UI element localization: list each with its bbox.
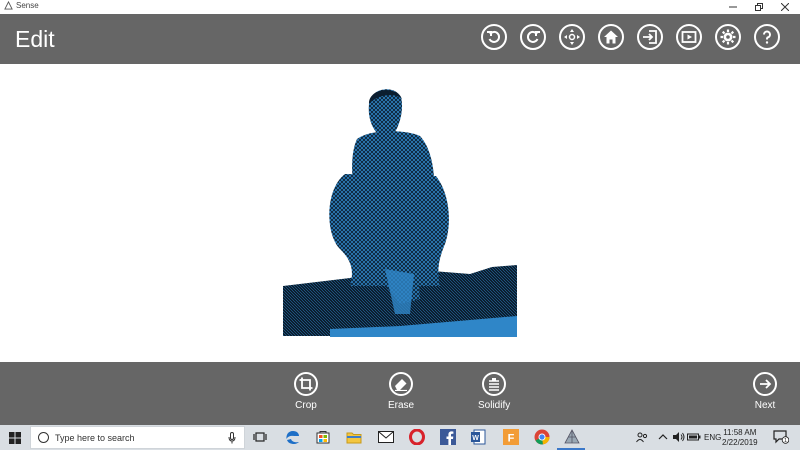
close-window-button[interactable] — [772, 0, 798, 14]
folder-icon — [346, 432, 362, 444]
redo-icon — [526, 30, 540, 43]
next-label: Next — [754, 400, 776, 411]
facebook-icon — [440, 429, 456, 445]
svg-text:F: F — [508, 433, 515, 445]
undo-icon — [487, 30, 501, 43]
settings-icon — [720, 29, 736, 45]
mail-app-button[interactable] — [377, 428, 395, 446]
clock[interactable]: 11:58 AM 2/22/2019 — [722, 428, 758, 448]
move-button[interactable] — [559, 24, 585, 50]
chrome-app-button[interactable] — [533, 428, 551, 446]
opera-app-button[interactable] — [408, 428, 426, 446]
home-icon — [604, 30, 618, 44]
page-title: Edit — [15, 26, 55, 52]
eraser-icon — [395, 379, 408, 391]
taskbar-search-input[interactable]: Type here to search — [30, 426, 245, 449]
restore-icon — [755, 3, 763, 11]
svg-text:W: W — [472, 435, 479, 442]
toolbar — [481, 24, 780, 50]
home-button[interactable] — [598, 24, 624, 50]
word-app-button[interactable]: W — [469, 428, 487, 446]
clock-date: 2/22/2019 — [722, 438, 758, 447]
sense-app-icon — [564, 429, 580, 444]
edit-toolbar: Crop Erase Solidify Next — [0, 362, 800, 425]
people-icon — [636, 432, 648, 443]
battery-icon — [687, 433, 701, 441]
crop-icon — [299, 377, 313, 391]
erase-icon-ring — [389, 372, 414, 396]
task-view-icon — [253, 432, 267, 442]
app-header: Edit — [0, 14, 800, 64]
sense-logo-icon — [4, 1, 13, 10]
windows-taskbar: Type here to search W F ENG 11:58 AM 2/2… — [0, 425, 800, 450]
move-icon — [564, 29, 580, 45]
solidify-icon-ring — [482, 372, 507, 396]
microphone-icon[interactable] — [228, 432, 236, 444]
fusion-icon: F — [503, 429, 519, 445]
arrow-right-icon — [760, 379, 772, 389]
solidify-icon — [489, 378, 500, 391]
play-button[interactable] — [676, 24, 702, 50]
word-icon: W — [471, 429, 486, 445]
action-center-button[interactable]: 1 — [772, 428, 790, 446]
minimize-button[interactable] — [720, 0, 746, 14]
edge-app-button[interactable] — [284, 428, 302, 446]
window-titlebar: Sense — [0, 0, 800, 14]
opera-icon — [409, 429, 425, 445]
undo-button[interactable] — [481, 24, 507, 50]
solidify-label: Solidify — [478, 400, 511, 411]
people-button[interactable] — [633, 428, 651, 446]
task-view-button[interactable] — [251, 428, 269, 446]
facebook-app-button[interactable] — [439, 428, 457, 446]
clock-time: 11:58 AM — [723, 428, 757, 437]
help-button[interactable] — [754, 24, 780, 50]
play-icon — [681, 31, 697, 43]
erase-label: Erase — [388, 400, 415, 411]
chevron-up-icon — [658, 434, 668, 440]
scan-model-mesh[interactable] — [0, 64, 800, 362]
chrome-icon — [534, 429, 550, 445]
language-indicator[interactable]: ENG — [704, 425, 721, 450]
help-icon — [763, 30, 771, 44]
erase-button[interactable]: Erase — [388, 372, 414, 411]
fusion-app-button[interactable]: F — [502, 428, 520, 446]
close-icon — [781, 3, 789, 11]
volume-icon — [673, 432, 685, 442]
settings-button[interactable] — [715, 24, 741, 50]
windows-logo-icon — [9, 431, 21, 444]
solidify-button[interactable]: Solidify — [478, 372, 510, 411]
exit-button[interactable] — [637, 24, 663, 50]
file-explorer-button[interactable] — [345, 428, 363, 446]
redo-button[interactable] — [520, 24, 546, 50]
battery-button[interactable] — [685, 428, 703, 446]
search-placeholder: Type here to search — [55, 432, 135, 443]
minimize-icon — [729, 6, 737, 8]
store-icon — [316, 431, 330, 444]
restore-button[interactable] — [746, 0, 772, 14]
language-label: ENG — [704, 433, 722, 442]
app-title: Sense — [4, 1, 39, 10]
edge-icon — [286, 431, 299, 444]
notification-icon: 1 — [773, 430, 789, 444]
notification-count: 1 — [784, 438, 787, 444]
crop-icon-ring — [294, 372, 318, 396]
mail-icon — [378, 431, 394, 443]
crop-label: Crop — [295, 400, 317, 411]
cortana-icon — [38, 432, 49, 443]
app-name: Sense — [16, 1, 39, 10]
start-button[interactable] — [0, 425, 30, 450]
crop-button[interactable]: Crop — [294, 372, 318, 411]
exit-icon — [643, 30, 657, 44]
store-app-button[interactable] — [314, 428, 332, 446]
sense-app-button[interactable] — [563, 428, 581, 446]
model-viewport[interactable] — [0, 64, 800, 362]
next-button[interactable]: Next — [753, 372, 777, 411]
next-icon-ring — [753, 372, 777, 396]
